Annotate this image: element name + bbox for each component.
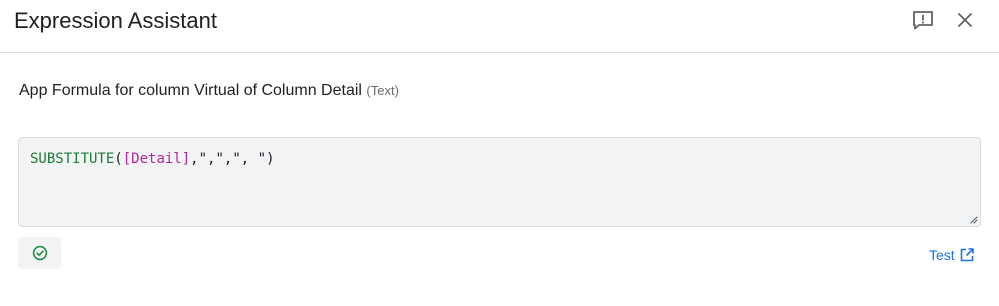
function-token: SUBSTITUTE [30, 151, 115, 167]
comma-token: , [190, 151, 199, 167]
formula-context-label: App Formula for column Virtual of Column… [19, 80, 399, 102]
formula-context-text: App Formula for column Virtual of Column… [19, 82, 362, 99]
validation-status-button[interactable] [18, 237, 61, 269]
string-token: "," [198, 151, 224, 167]
open-in-new-icon [960, 248, 974, 262]
paren-token: ( [114, 151, 123, 167]
dialog-title: Expression Assistant [14, 8, 217, 33]
column-reference-token: [Detail] [122, 151, 191, 167]
expression-editor[interactable]: SUBSTITUTE([Detail],",",", ") [18, 137, 981, 227]
string-token: ", [232, 151, 250, 167]
feedback-button[interactable] [909, 8, 937, 32]
close-button[interactable] [951, 8, 979, 32]
test-link-label: Test [929, 247, 955, 263]
close-icon [958, 13, 972, 27]
test-link[interactable]: Test [929, 244, 975, 266]
expression-code[interactable]: SUBSTITUTE([Detail],",",", ") [30, 149, 275, 169]
column-type-label: (Text) [366, 83, 399, 98]
feedback-icon [913, 11, 933, 30]
resize-handle-icon[interactable] [968, 214, 978, 224]
string-space-token [249, 151, 257, 167]
string-close-token: ") [257, 151, 275, 167]
dialog-header: Expression Assistant [0, 0, 999, 53]
check-circle-icon [32, 245, 47, 261]
